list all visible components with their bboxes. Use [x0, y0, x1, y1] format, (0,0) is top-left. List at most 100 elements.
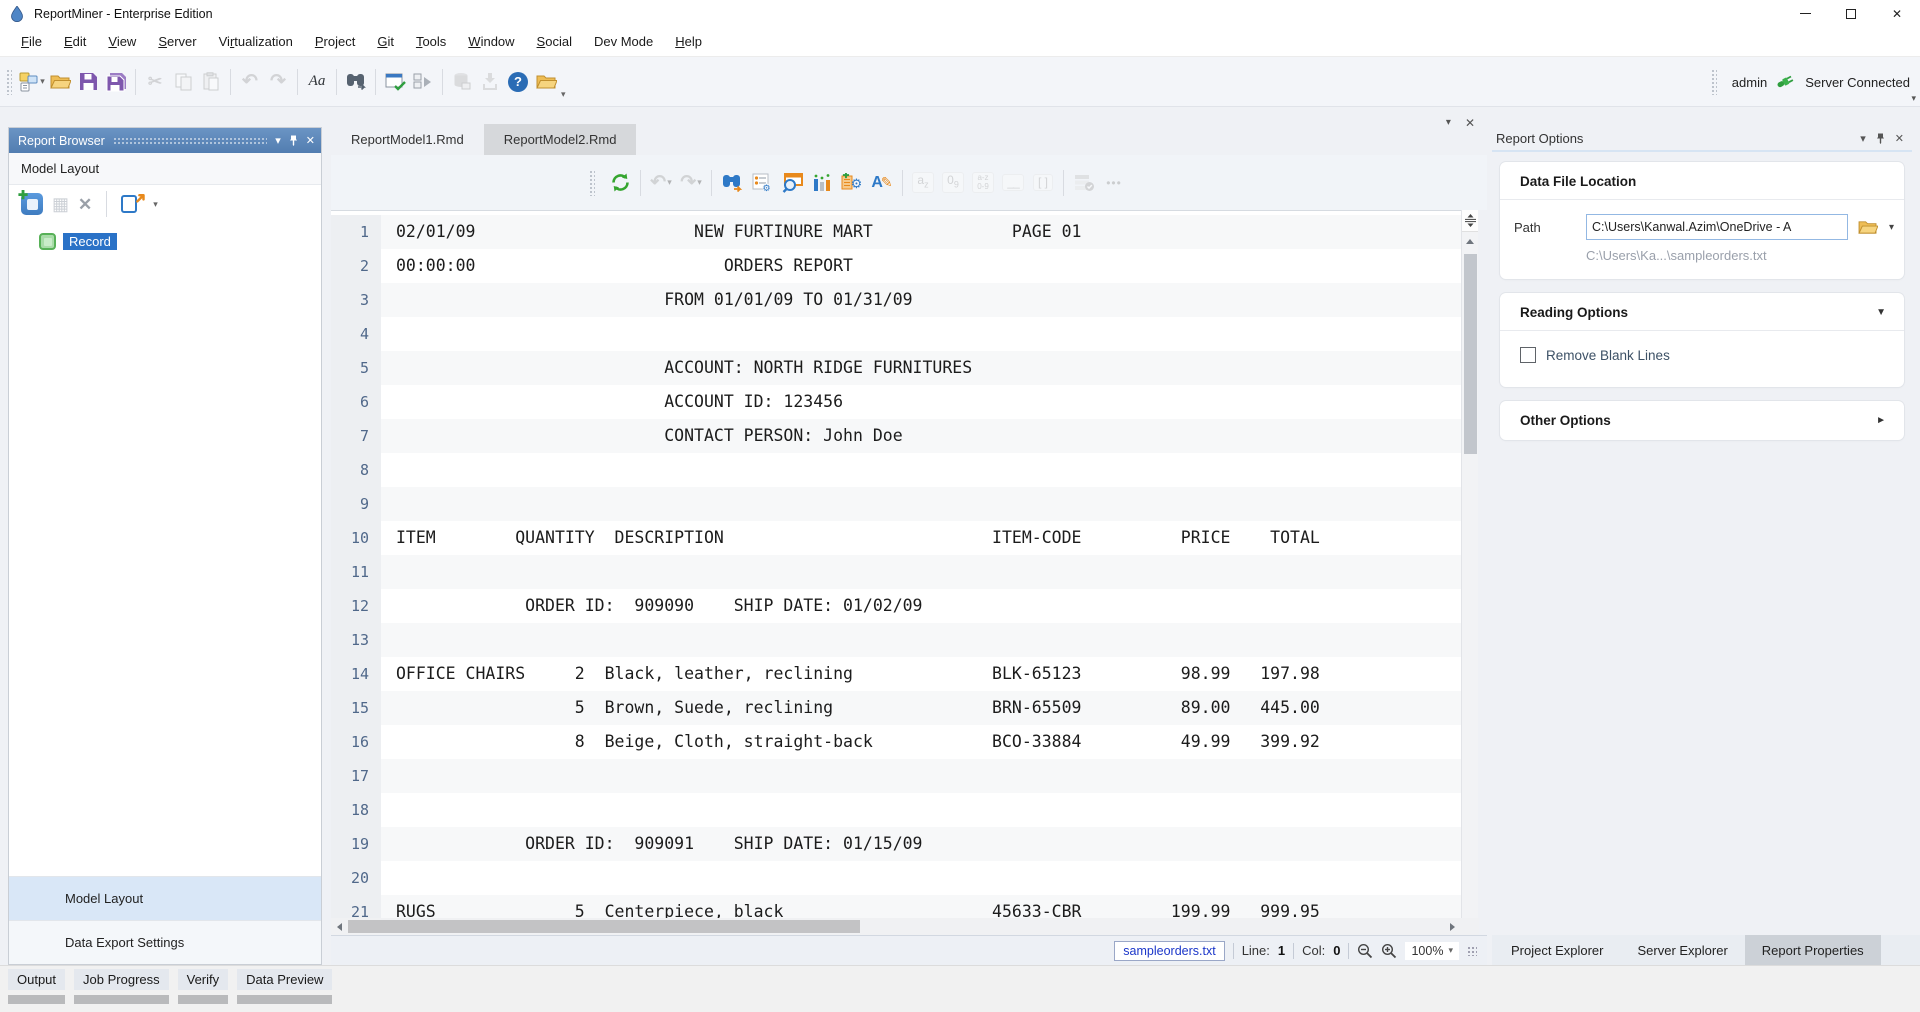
bracket-pattern-button[interactable]: [ ]	[1028, 167, 1058, 199]
open-button[interactable]	[46, 67, 74, 97]
save-all-button[interactable]	[102, 67, 130, 97]
number-pattern-button[interactable]: 09	[938, 167, 968, 199]
tab-report-properties[interactable]: Report Properties	[1745, 935, 1881, 965]
menu-edit[interactable]: Edit	[53, 27, 97, 57]
menu-social[interactable]: Social	[526, 27, 583, 57]
scroll-left-arrow[interactable]	[331, 918, 348, 935]
editor-line[interactable]: 18	[331, 793, 1461, 827]
add-field-button[interactable]: ✚	[21, 193, 43, 215]
editor-line[interactable]: 3 FROM 01/01/09 TO 01/31/09	[331, 283, 1461, 317]
auto-parse-button[interactable]: ⚙✚	[837, 167, 867, 199]
format-field-button[interactable]: A ✎	[867, 167, 897, 199]
editor-line[interactable]: 10ITEM QUANTITY DESCRIPTION ITEM-CODE PR…	[331, 521, 1461, 555]
editor-line[interactable]: 8	[331, 453, 1461, 487]
status-file-name[interactable]: sampleorders.txt	[1114, 941, 1224, 961]
menu-virtualization[interactable]: Virtualization	[208, 27, 304, 57]
table-verify-button[interactable]	[1069, 167, 1099, 199]
editor-line[interactable]: 4	[331, 317, 1461, 351]
tab-project-explorer[interactable]: Project Explorer	[1494, 935, 1620, 965]
menu-server[interactable]: Server	[147, 27, 207, 57]
editor-line[interactable]: 200:00:00 ORDERS REPORT	[331, 249, 1461, 283]
auto-create-fields-button[interactable]: ⚙	[747, 167, 777, 199]
export-dropdown-icon[interactable]: ▾	[153, 199, 158, 210]
panel-menu-icon[interactable]: ▾	[1860, 132, 1866, 145]
menu-project[interactable]: Project	[304, 27, 366, 57]
horizontal-scroll-thumb[interactable]	[348, 920, 860, 933]
redo-button[interactable]: ↷	[264, 67, 292, 97]
bottom-tab-verify[interactable]: Verify	[178, 969, 229, 1004]
panel-menu-icon[interactable]: ▾	[275, 134, 281, 147]
horizontal-scrollbar[interactable]	[331, 918, 1461, 935]
editor-line[interactable]: 12 ORDER ID: 909090 SHIP DATE: 01/02/09	[331, 589, 1461, 623]
doc-redo-button[interactable]: ↷▾	[676, 167, 706, 199]
more-options-button[interactable]: •••	[1099, 167, 1129, 199]
editor-line[interactable]: 17	[331, 759, 1461, 793]
menu-tools[interactable]: Tools	[405, 27, 457, 57]
remove-blank-lines-checkbox[interactable]	[1520, 347, 1536, 363]
panel-close-icon[interactable]: ✕	[306, 134, 315, 147]
whitespace-pattern-button[interactable]: __	[998, 167, 1028, 199]
editor-line[interactable]: 21RUGS 5 Centerpiece, black 45633-CBR 19…	[331, 895, 1461, 918]
bottom-tab-output[interactable]: Output	[8, 969, 65, 1004]
find-button[interactable]	[342, 67, 370, 97]
scroll-right-arrow[interactable]	[1444, 918, 1461, 935]
statusbar-grip[interactable]	[1467, 946, 1477, 956]
menu-dev-mode[interactable]: Dev Mode	[583, 27, 664, 57]
browser-view-model-layout[interactable]: Model Layout	[9, 876, 321, 920]
vertical-scroll-thumb[interactable]	[1464, 254, 1477, 454]
bottom-tab-job-progress[interactable]: Job Progress	[74, 969, 169, 1004]
browser-view-data-export-settings[interactable]: Data Export Settings	[9, 920, 321, 964]
pattern-preview-button[interactable]	[777, 167, 807, 199]
vertical-scrollbar[interactable]	[1461, 210, 1478, 918]
refresh-button[interactable]	[605, 167, 635, 199]
font-button[interactable]: Aa	[303, 67, 331, 97]
toolbar-overflow-icon[interactable]: ▾	[1911, 93, 1916, 104]
new-report-dropdown-icon[interactable]: ▾	[40, 76, 45, 87]
menu-file[interactable]: File	[10, 27, 53, 57]
export-button[interactable]: ➜	[121, 193, 143, 215]
editor-line[interactable]: 5 ACCOUNT: NORTH RIDGE FURNITURES	[331, 351, 1461, 385]
editor-line[interactable]: 13	[331, 623, 1461, 657]
analyze-report-button[interactable]	[807, 167, 837, 199]
grid-button[interactable]: ▦	[52, 195, 69, 213]
deploy-button[interactable]	[476, 67, 504, 97]
undo-button[interactable]: ↶	[236, 67, 264, 97]
menu-window[interactable]: Window	[457, 27, 525, 57]
document-close-icon[interactable]: ✕	[1465, 116, 1475, 130]
menu-view[interactable]: View	[97, 27, 147, 57]
expand-icon[interactable]: ►	[1876, 415, 1886, 426]
editor-line[interactable]: 16 8 Beige, Cloth, straight-back BCO-338…	[331, 725, 1461, 759]
pin-icon[interactable]	[289, 135, 298, 146]
cut-button[interactable]: ✂	[141, 67, 169, 97]
database-button[interactable]	[448, 67, 476, 97]
editor-line[interactable]: 15 5 Brown, Suede, reclining BRN-65509 8…	[331, 691, 1461, 725]
help-button[interactable]: ?	[504, 67, 532, 97]
editor-line[interactable]: 20	[331, 861, 1461, 895]
tab-reportmodel2-rmd[interactable]: ReportModel2.Rmd	[484, 124, 637, 155]
close-button[interactable]: ✕	[1874, 0, 1920, 27]
editor-line[interactable]: 19 ORDER ID: 909091 SHIP DATE: 01/15/09	[331, 827, 1461, 861]
editor-line[interactable]: 14OFFICE CHAIRS 2 Black, leather, reclin…	[331, 657, 1461, 691]
maximize-button[interactable]	[1828, 0, 1874, 27]
split-editor-handle[interactable]	[1462, 210, 1478, 232]
remove-blank-lines-option[interactable]: Remove Blank Lines	[1500, 331, 1904, 387]
toolbar-grip[interactable]	[589, 170, 595, 196]
zoom-level-select[interactable]: 100% ▾	[1405, 942, 1459, 960]
doc-undo-button[interactable]: ↶▾	[646, 167, 676, 199]
menu-git[interactable]: Git	[366, 27, 405, 57]
collapse-icon[interactable]: ▼	[1876, 307, 1886, 318]
tree-item-record[interactable]: Record	[39, 233, 321, 250]
toolbar-grip[interactable]	[1711, 69, 1717, 95]
panel-close-icon[interactable]: ✕	[1895, 132, 1904, 145]
path-dropdown-icon[interactable]: ▾	[1889, 222, 1894, 233]
alphanumeric-pattern-button[interactable]: a-z0-9	[968, 167, 998, 199]
zoom-out-button[interactable]	[1357, 943, 1373, 959]
scroll-up-arrow[interactable]	[1462, 232, 1478, 250]
editor-line[interactable]: 102/01/09 NEW FURTINURE MART PAGE 01	[331, 215, 1461, 249]
toolbar-overflow-icon[interactable]: ▾	[561, 89, 566, 100]
zoom-in-button[interactable]	[1381, 943, 1397, 959]
report-text-editor[interactable]: 102/01/09 NEW FURTINURE MART PAGE 01200:…	[331, 210, 1461, 918]
copy-button[interactable]	[169, 67, 197, 97]
tab-reportmodel1-rmd[interactable]: ReportModel1.Rmd	[331, 124, 484, 155]
text-pattern-button[interactable]: az	[908, 167, 938, 199]
